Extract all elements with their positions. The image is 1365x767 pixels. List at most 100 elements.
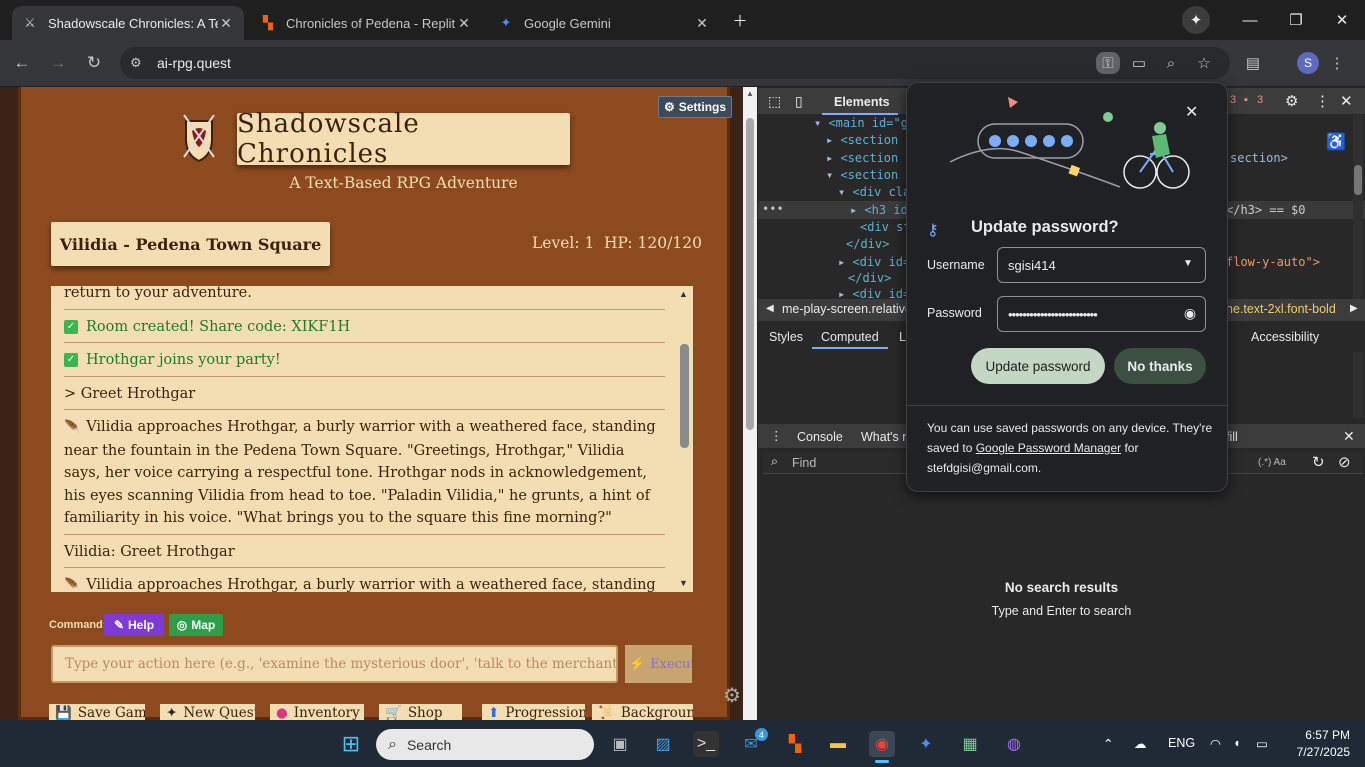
log-scroll-down-icon[interactable]: ▼ bbox=[679, 578, 688, 588]
clear-icon[interactable]: ⊘ bbox=[1338, 453, 1351, 471]
eye-icon[interactable]: ◉ bbox=[1180, 305, 1200, 322]
new-quest-button[interactable]: ✦ New Quest bbox=[160, 704, 255, 720]
install-app-icon[interactable]: ▭ bbox=[1128, 52, 1150, 74]
log-scroll-up-icon[interactable]: ▲ bbox=[679, 289, 688, 299]
issue-count[interactable]: 3 bbox=[1257, 94, 1263, 106]
refresh-icon[interactable]: ↻ bbox=[1312, 453, 1325, 471]
wifi-icon[interactable]: ◠ bbox=[1210, 736, 1221, 751]
game-log[interactable]: return to your adventure. ✓ Room created!… bbox=[51, 286, 693, 592]
execute-button[interactable]: ⚡ Execute bbox=[625, 645, 692, 683]
drawer-close-icon[interactable]: ✕ bbox=[1343, 428, 1355, 445]
profile-avatar[interactable]: S bbox=[1297, 52, 1319, 74]
language-indicator[interactable]: ENG bbox=[1168, 736, 1195, 750]
elements-tab[interactable]: Elements bbox=[834, 95, 890, 109]
accessibility-icon[interactable]: ♿ bbox=[1326, 132, 1346, 152]
popup-close-icon[interactable]: ✕ bbox=[1185, 102, 1198, 122]
battery-icon[interactable]: ▭ bbox=[1256, 736, 1268, 751]
computed-tab[interactable]: Computed bbox=[821, 330, 879, 344]
scroll-up-arrow-icon[interactable]: ▲ bbox=[746, 89, 754, 98]
devtools-settings-icon[interactable]: ⚙ bbox=[1285, 92, 1298, 110]
replit-taskbar-icon[interactable]: ▚ bbox=[782, 731, 808, 757]
tab-search-icon[interactable]: ▤ bbox=[1242, 52, 1264, 74]
restore-icon[interactable]: ❐ bbox=[1273, 8, 1319, 32]
close-tab-icon[interactable]: ✕ bbox=[694, 15, 710, 32]
new-tab-icon[interactable]: ＋ bbox=[727, 8, 753, 32]
photos-icon[interactable]: ▨ bbox=[650, 731, 676, 757]
reload-icon[interactable]: ↻ bbox=[82, 51, 106, 75]
clock-time[interactable]: 6:57 PM bbox=[1292, 728, 1350, 742]
device-toggle-icon[interactable]: ▯ bbox=[795, 93, 803, 110]
close-tab-icon[interactable]: ✕ bbox=[456, 15, 472, 32]
breadcrumb-right[interactable]: ne.text-2xl.font-bold bbox=[1226, 302, 1336, 316]
floating-gear-icon[interactable]: ⚙ bbox=[721, 684, 743, 707]
sheets-icon[interactable]: ▦ bbox=[957, 731, 983, 757]
close-window-icon[interactable]: ✕ bbox=[1319, 8, 1365, 32]
back-icon[interactable]: ← bbox=[10, 51, 34, 75]
volume-icon[interactable]: ◖ bbox=[1233, 736, 1241, 750]
github-icon[interactable]: ◍ bbox=[1001, 731, 1027, 757]
minimize-icon[interactable]: — bbox=[1227, 8, 1273, 32]
site-info-icon[interactable]: ⚙ bbox=[130, 55, 142, 71]
whats-new-tab[interactable]: What's n bbox=[861, 430, 909, 444]
zoom-icon[interactable]: ⌕ bbox=[1160, 52, 1182, 74]
background-button[interactable]: 📜Background bbox=[592, 704, 693, 720]
terminal-icon[interactable]: >_ bbox=[693, 731, 719, 757]
update-password-button[interactable]: Update password bbox=[971, 348, 1105, 384]
styles-tab[interactable]: Styles bbox=[769, 330, 803, 344]
settings-button[interactable]: ⚙ Settings bbox=[658, 96, 732, 118]
password-field[interactable]: ••••••••••••••••••••••••• bbox=[997, 296, 1206, 332]
key-icon[interactable]: ⚿ bbox=[1096, 52, 1120, 74]
inventory-button[interactable]: ● Inventory bbox=[270, 704, 364, 720]
gemini-taskbar-icon[interactable]: ✦ bbox=[913, 731, 939, 757]
devtools-close-icon[interactable]: ✕ bbox=[1340, 92, 1353, 110]
clock-date[interactable]: 7/27/2025 bbox=[1285, 745, 1350, 759]
save-game-button[interactable]: 💾Save Game bbox=[49, 704, 145, 720]
gemini-button-icon[interactable]: ✦ bbox=[1182, 6, 1210, 34]
layout-tab[interactable]: L bbox=[899, 330, 906, 344]
dom-ellipsis[interactable]: ••• bbox=[762, 202, 784, 216]
console-tab[interactable]: Console bbox=[797, 430, 843, 444]
dom-node[interactable]: <div st bbox=[860, 220, 911, 234]
devtools-menu-icon[interactable]: ⋮ bbox=[1315, 92, 1330, 110]
tab-shadowscale[interactable]: ⚔ Shadowscale Chronicles: A Text ✕ bbox=[12, 6, 244, 40]
log-scrollbar-thumb[interactable] bbox=[680, 344, 689, 448]
no-thanks-button[interactable]: No thanks bbox=[1114, 348, 1206, 384]
dom-scrollbar[interactable] bbox=[1353, 115, 1363, 300]
url-text[interactable]: ai-rpg.quest bbox=[157, 55, 231, 71]
styles-scrollbar[interactable] bbox=[1353, 352, 1363, 418]
shop-button[interactable]: 🛒 Shop bbox=[379, 704, 462, 720]
map-button[interactable]: ◎ Map bbox=[169, 614, 223, 636]
drawer-menu-icon[interactable]: ⋮ bbox=[770, 428, 783, 443]
breadcrumb-right-arrow-icon[interactable]: ▶ bbox=[1350, 303, 1358, 314]
onedrive-icon[interactable]: ☁ bbox=[1134, 736, 1147, 751]
breadcrumb-left-arrow-icon[interactable]: ◀ bbox=[766, 303, 774, 314]
dropdown-arrow-icon[interactable]: ▼ bbox=[1183, 258, 1193, 269]
address-bar[interactable] bbox=[120, 47, 1230, 79]
forward-icon[interactable]: → bbox=[46, 51, 70, 75]
dom-node[interactable]: </div> bbox=[848, 271, 891, 285]
password-manager-link[interactable]: Google Password Manager bbox=[976, 441, 1121, 455]
find-options[interactable]: (.*) Aa bbox=[1258, 457, 1286, 468]
dom-scrollbar-thumb[interactable] bbox=[1354, 165, 1362, 195]
username-field[interactable]: sgisi414 bbox=[997, 247, 1206, 283]
accessibility-tab[interactable]: Accessibility bbox=[1251, 330, 1319, 344]
dom-node[interactable]: </div> bbox=[846, 237, 889, 251]
file-explorer-icon[interactable]: ▬ bbox=[825, 731, 851, 757]
taskbar-search[interactable]: ⌕ Search bbox=[376, 729, 594, 760]
tray-overflow-icon[interactable]: ⌃ bbox=[1103, 736, 1113, 751]
page-scrollbar-thumb[interactable] bbox=[746, 118, 754, 430]
tab-gemini[interactable]: ✦ Google Gemini ✕ bbox=[488, 6, 720, 40]
chrome-icon[interactable]: ◉ bbox=[869, 731, 895, 757]
breadcrumb-left[interactable]: me-play-screen.relative bbox=[782, 302, 912, 316]
start-icon[interactable]: ⊞ bbox=[338, 731, 364, 757]
bookmark-star-icon[interactable]: ☆ bbox=[1193, 52, 1215, 74]
tab-replit[interactable]: ▚ Chronicles of Pedena - Replit ✕ bbox=[250, 6, 482, 40]
task-view-icon[interactable]: ▣ bbox=[607, 731, 633, 757]
progression-button[interactable]: ⬆ Progression bbox=[482, 704, 585, 720]
help-button[interactable]: ✎ Help bbox=[104, 614, 164, 636]
inspect-icon[interactable]: ⬚ bbox=[768, 93, 781, 110]
error-count[interactable]: 3 bbox=[1230, 94, 1236, 106]
action-input[interactable]: Type your action here (e.g., 'examine th… bbox=[51, 645, 618, 683]
menu-kebab-icon[interactable]: ⋮ bbox=[1326, 52, 1348, 74]
close-tab-icon[interactable]: ✕ bbox=[218, 15, 234, 32]
